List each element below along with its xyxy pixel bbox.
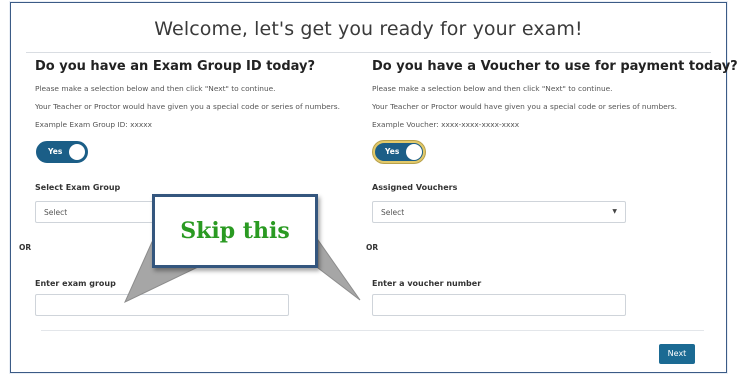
- select-exam-group-label: Select Exam Group: [35, 183, 121, 192]
- voucher-number-input[interactable]: [372, 294, 626, 316]
- voucher-hint-2: Your Teacher or Proctor would have given…: [372, 102, 677, 111]
- toggle-knob: [406, 144, 422, 160]
- exam-group-hint-1: Please make a selection below and then c…: [35, 84, 276, 93]
- exam-group-hint-2: Your Teacher or Proctor would have given…: [35, 102, 340, 111]
- voucher-section: Do you have a Voucher to use for payment…: [366, 58, 737, 316]
- page-title: Welcome, let's get you ready for your ex…: [154, 18, 583, 40]
- exam-group-input[interactable]: [35, 294, 289, 316]
- voucher-toggle-label: Yes: [385, 147, 400, 156]
- next-button[interactable]: Next: [659, 344, 695, 364]
- enter-voucher-label: Enter a voucher number: [372, 279, 482, 288]
- exam-group-toggle[interactable]: Yes: [36, 141, 88, 163]
- assigned-vouchers-select[interactable]: Select ▼: [372, 201, 626, 223]
- skip-this-callout: Skip this: [152, 194, 318, 268]
- assigned-vouchers-select-value: Select: [381, 208, 405, 217]
- or-label-right: OR: [366, 243, 379, 252]
- exam-group-heading: Do you have an Exam Group ID today?: [35, 59, 316, 74]
- exam-group-hint-3: Example Exam Group ID: xxxxx: [35, 120, 152, 129]
- exam-group-toggle-label: Yes: [48, 147, 63, 156]
- caret-down-icon: ▼: [612, 208, 617, 215]
- exam-group-select-value: Select: [44, 208, 68, 217]
- voucher-hint-1: Please make a selection below and then c…: [372, 84, 613, 93]
- exam-setup-panel: Welcome, let's get you ready for your ex…: [10, 2, 737, 373]
- toggle-knob: [69, 144, 85, 160]
- footer-divider: [41, 330, 704, 331]
- voucher-heading: Do you have a Voucher to use for payment…: [372, 59, 737, 74]
- exam-group-section: Do you have an Exam Group ID today? Plea…: [19, 58, 371, 316]
- voucher-toggle[interactable]: Yes: [373, 141, 425, 163]
- voucher-hint-3: Example Voucher: xxxx-xxxx-xxxx-xxxx: [372, 120, 520, 129]
- enter-exam-group-label: Enter exam group: [35, 279, 116, 288]
- callout-text: Skip this: [180, 218, 290, 244]
- or-label-left: OR: [19, 243, 32, 252]
- assigned-vouchers-label: Assigned Vouchers: [372, 183, 458, 192]
- title-divider: [26, 52, 711, 53]
